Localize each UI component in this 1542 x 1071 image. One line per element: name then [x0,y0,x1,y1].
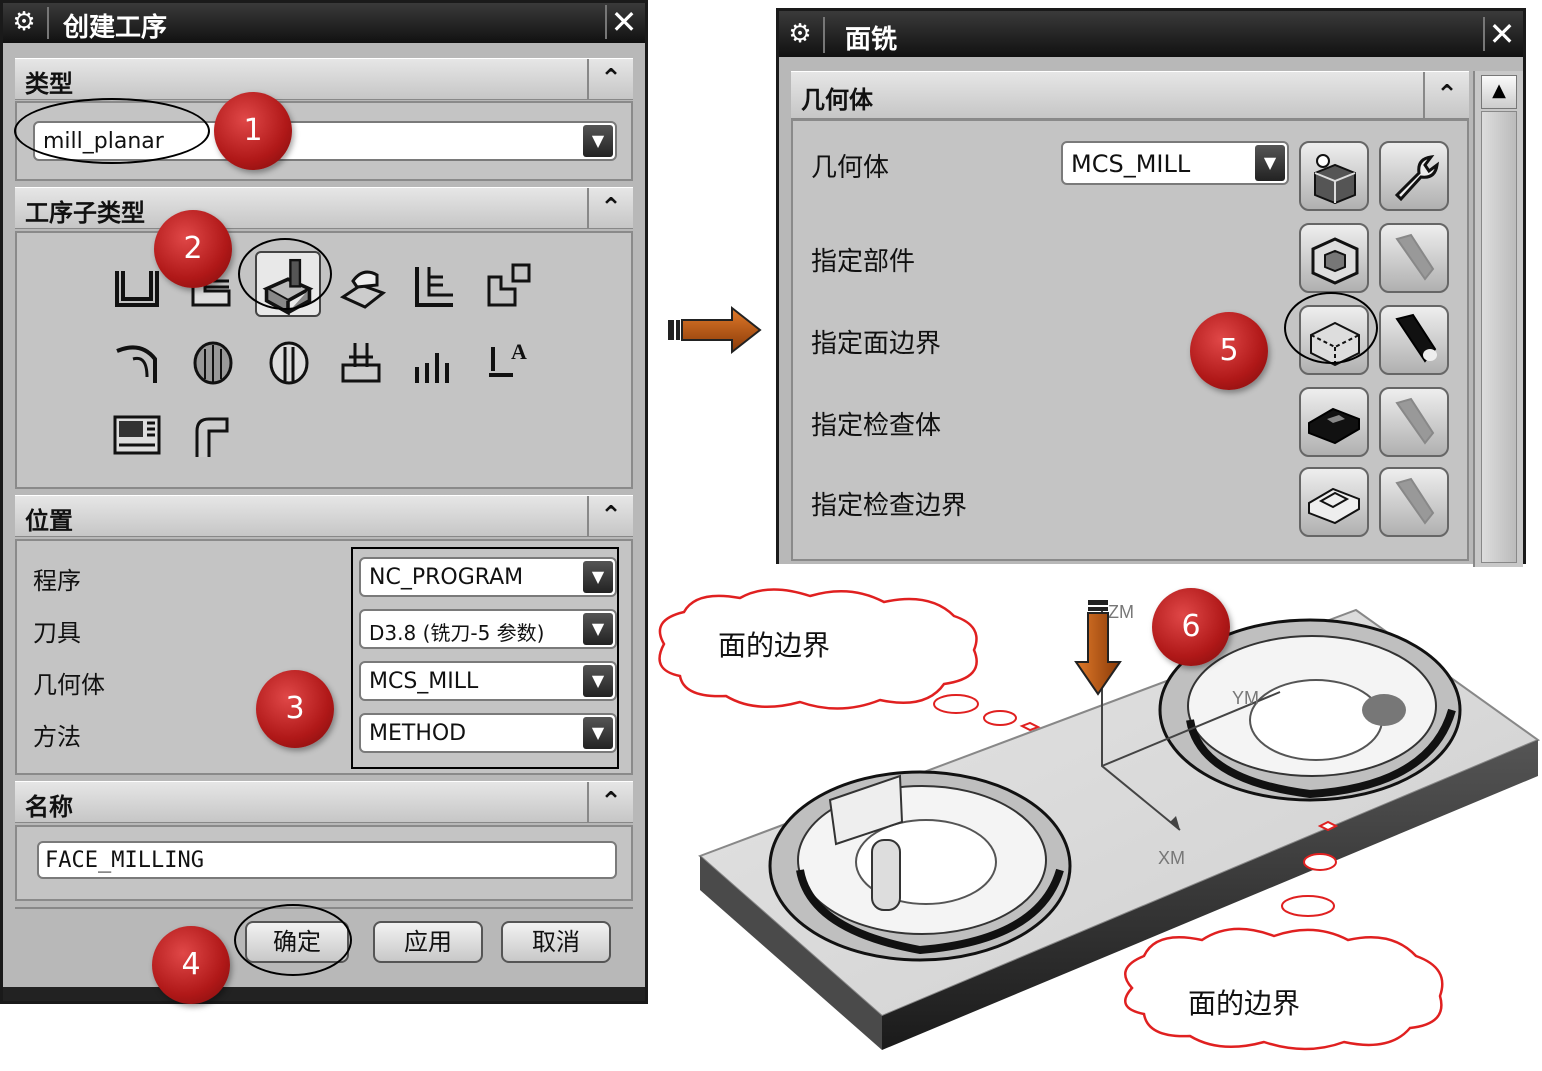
apply-button[interactable]: 应用 [373,921,483,963]
planar-mill-icon[interactable] [337,261,389,313]
geometry-dropdown[interactable]: MCS_MILL ▼ [1061,141,1289,185]
callout-badge-3: 3 [256,670,334,748]
dialog-title: 面铣 [845,25,898,55]
face-boundary-highlight-ring [1284,292,1378,364]
section-name-label: 名称 [25,793,73,821]
edit-geometry-button[interactable] [1379,141,1449,211]
close-icon[interactable]: ✕ [605,5,641,39]
clean-up-corners-icon[interactable] [481,261,533,313]
section-location-label: 位置 [25,507,73,535]
svg-text:A: A [511,339,527,364]
cloud-callout-top [658,588,1041,732]
display-check-boundary-button[interactable] [1379,467,1449,537]
display-part-button[interactable] [1379,223,1449,293]
check-body-icon [1308,407,1360,445]
chevron-down-icon[interactable]: ▼ [1255,145,1285,181]
specify-face-boundary-label: 指定面边界 [811,329,942,359]
dialog-titlebar: ⚙ 创建工序 ✕ [3,3,645,43]
cloud-text-bottom: 面的边界 [1188,987,1301,1020]
title-separator [47,7,49,39]
new-geometry-button[interactable] [1299,141,1369,211]
mill-control-icon[interactable] [111,409,163,461]
collapse-icon[interactable]: ⌃ [587,59,633,99]
planar-profile-icon[interactable] [409,261,461,313]
flashlight-icon [1395,233,1435,281]
subtype-highlight-ring [238,238,332,310]
collapse-icon[interactable]: ⌃ [587,782,633,822]
close-icon[interactable]: ✕ [1483,17,1519,51]
geometry-label: 几何体 [33,671,105,699]
name-value: FACE_MILLING [45,848,204,873]
callout-badge-6: 6 [1152,588,1230,666]
program-label: 程序 [33,567,81,595]
planar-text-icon[interactable] [407,337,459,389]
mill-user-icon[interactable]: A [483,333,535,385]
collapse-icon[interactable]: ⌃ [1423,72,1469,118]
section-geometry-label: 几何体 [801,86,873,114]
dialog-title: 创建工序 [63,13,168,43]
scroll-thumb[interactable] [1481,111,1517,563]
section-subtype[interactable]: 工序子类型 ⌃ [15,187,633,229]
dialog-bottom-bar [3,987,645,1001]
geometry-row-label: 几何体 [811,153,890,183]
ok-highlight-ring [234,904,352,976]
section-name[interactable]: 名称 ⌃ [15,781,633,823]
flashlight-icon [1395,477,1435,525]
callout-badge-4: 4 [152,926,230,1004]
method-label: 方法 [33,723,81,751]
finish-walls-icon[interactable] [111,337,163,389]
floor-wall-icon[interactable] [111,261,163,313]
wrench-icon [1394,155,1439,202]
geometry-value: MCS_MILL [1071,150,1191,178]
hole-mill-icon[interactable] [263,337,315,389]
type-highlight-ring [14,98,210,164]
callout-badge-5: 5 [1190,312,1268,390]
dialog-titlebar: ⚙ 面铣 ✕ [779,11,1523,57]
probing-icon[interactable] [187,409,239,461]
right-arrow-icon [668,305,762,355]
section-subtype-label: 工序子类型 [25,199,145,227]
down-arrow-icon [1074,600,1122,696]
gear-icon[interactable]: ⚙ [9,7,39,37]
new-geometry-icon [1314,154,1356,205]
chevron-down-icon[interactable]: ▼ [583,125,613,157]
name-input[interactable]: FACE_MILLING [37,841,617,879]
cloud-callout-bottom [1124,820,1444,1051]
select-check-boundary-button[interactable] [1299,467,1369,537]
gear-icon[interactable]: ⚙ [785,19,815,49]
specify-check-boundary-label: 指定检查边界 [811,491,968,521]
cloud-text-top: 面的边界 [718,629,831,662]
tool-label: 刀具 [33,619,81,647]
section-geometry[interactable]: 几何体 ⌃ [791,71,1469,119]
callout-badge-1: 1 [214,92,292,170]
check-boundary-icon [1308,487,1360,525]
flashlight-icon [1395,397,1435,445]
vertical-scrollbar[interactable]: ▲ [1473,71,1523,567]
ym-axis-label: YM [1232,688,1259,708]
collapse-icon[interactable]: ⌃ [587,188,633,228]
specify-part-label: 指定部件 [811,247,916,277]
section-type[interactable]: 类型 ⌃ [15,58,633,100]
collapse-icon[interactable]: ⌃ [587,496,633,536]
face-milling-dialog: ⚙ 面铣 ✕ 几何体 ⌃ ▲ 几何体 MCS_MILL ▼ 指定部件 指定面边界… [776,8,1526,567]
flashlight-icon [1395,313,1437,363]
title-separator [823,17,825,53]
part-icon [1311,237,1359,285]
thread-mill-icon[interactable] [335,337,387,389]
specify-check-body-label: 指定检查体 [811,411,942,441]
callout-badge-2: 2 [154,210,232,288]
select-part-button[interactable] [1299,223,1369,293]
scroll-up-icon[interactable]: ▲ [1481,75,1517,109]
section-location[interactable]: 位置 ⌃ [15,495,633,537]
location-highlight-box [351,547,619,769]
finish-floor-icon[interactable] [187,337,239,389]
cancel-button[interactable]: 取消 [501,921,611,963]
display-check-body-button[interactable] [1379,387,1449,457]
section-type-label: 类型 [25,70,73,98]
display-face-boundary-button[interactable] [1379,305,1449,375]
select-check-body-button[interactable] [1299,387,1369,457]
